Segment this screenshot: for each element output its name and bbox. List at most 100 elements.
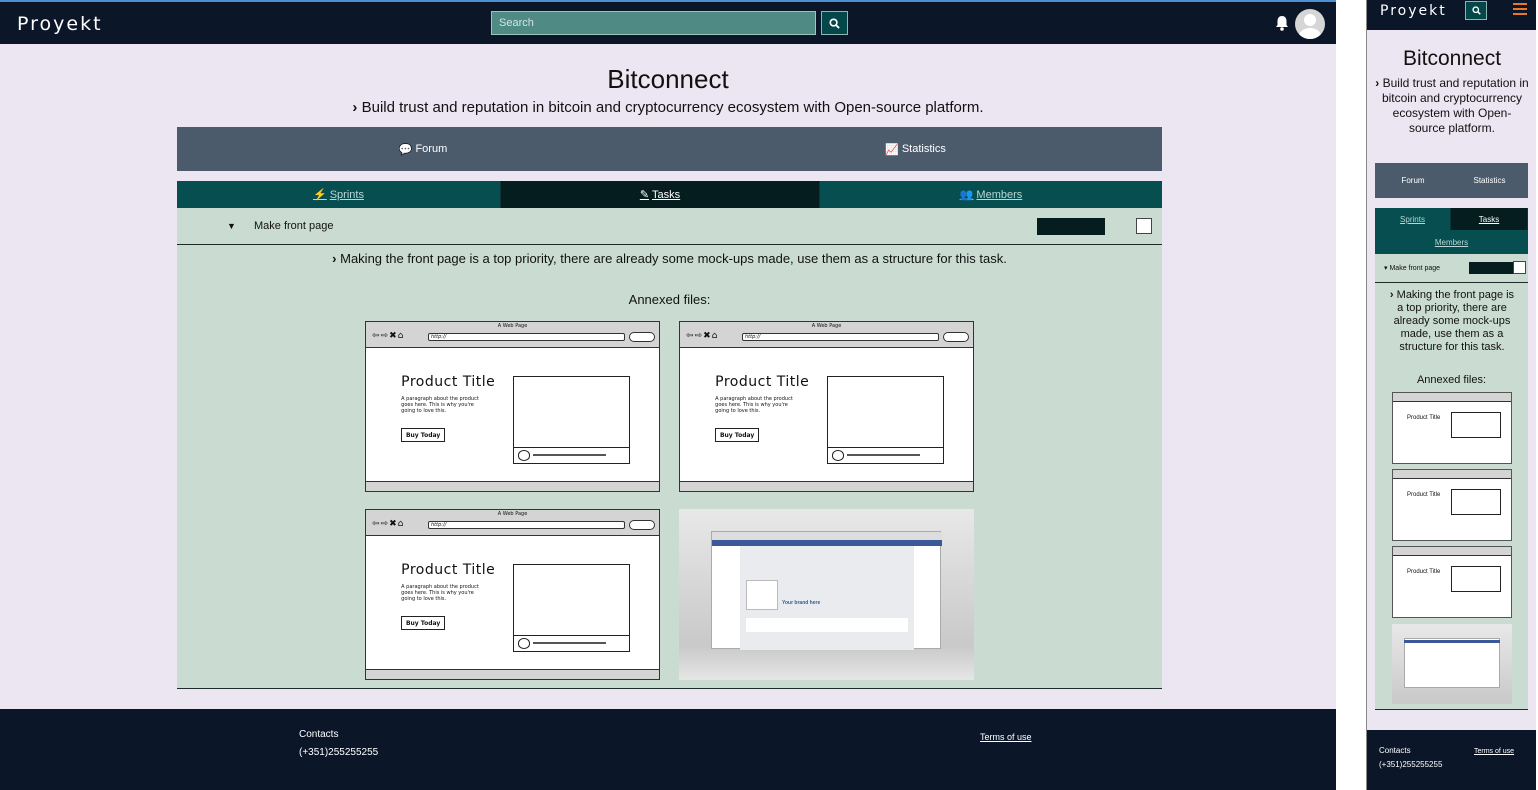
top-navbar: Proyekt [0,0,1336,44]
mockup-buy-button: Buy Today [715,428,760,442]
mobile-forum-label: Forum [1401,176,1425,185]
mockup-url: http:// [428,333,625,341]
mobile-terms-link[interactable]: Terms of use [1474,748,1514,755]
project-nav: 💬 Forum 📈 Statistics [177,127,1162,171]
task-panel: ▼ Make front page Claim task › Making th… [177,208,1162,689]
mobile-mock-title: Product Title [1407,569,1441,575]
mobile-annexed-label: Annexed files: [1416,374,1487,386]
project-subtitle-text: Build trust and reputation in bitcoin an… [361,99,984,116]
mobile-mock-title: Product Title [1407,415,1441,421]
tab-tasks-label: Tasks [652,188,681,201]
annexed-files-label: Annexed files: [628,292,711,307]
statistics-label: Statistics [901,143,946,155]
mobile-annexed-file-2[interactable]: Product Title [1392,469,1512,541]
user-avatar-icon [1299,14,1321,39]
screenshot-preview: Your brand here [711,531,942,650]
footer-phone: (+351)255255255 [299,747,379,758]
terms-link[interactable]: Terms of use [980,732,1032,742]
notifications-button[interactable] [1275,15,1289,31]
chevron-right-icon: › [332,251,341,266]
mobile-task-description: › Making the front page is a top priorit… [1387,289,1517,354]
mobile-annexed-file-4[interactable] [1392,624,1512,704]
annexed-file-2[interactable]: A Web Page ⇦⇨✖⌂ http:// Product Title A … [679,321,974,492]
task-description: › Making the front page is a top priorit… [177,251,1162,266]
tab-tasks[interactable]: ✎ Tasks [501,181,820,208]
mobile-description-text: Making the front page is a top priority,… [1393,289,1515,353]
caret-down-icon[interactable]: ▼ [227,221,236,231]
mobile-forum-link[interactable]: Forum [1375,163,1451,198]
mobile-task-name-text: Make front page [1389,265,1441,272]
search-button[interactable] [821,11,848,35]
mobile-claim-button[interactable]: Claim task [1469,262,1513,274]
mobile-task-panel: ▾ Make front page Claim task › Making th… [1375,254,1528,710]
search-input[interactable] [491,11,816,35]
statistics-link[interactable]: 📈 Statistics [669,127,1162,171]
mobile-phone: (+351)255255255 [1379,760,1443,769]
hamburger-icon[interactable] [1513,3,1527,15]
task-name: Make front page [254,220,334,232]
task-checkbox[interactable] [1136,218,1152,234]
forum-link[interactable]: 💬 Forum [177,127,669,171]
annexed-file-4[interactable]: Your brand here [679,509,974,680]
screenshot-brand: Your brand here [782,600,821,606]
mockup-paragraph: going to love this. [401,596,447,603]
bolt-icon: ⚡ [313,189,327,201]
mobile-annexed-file-1[interactable]: Product Title [1392,392,1512,464]
mobile-mock-title: Product Title [1407,492,1441,498]
footer-contacts-label: Contacts [299,729,339,740]
mobile-task-name[interactable]: ▾ Make front page [1384,264,1440,272]
avatar[interactable] [1295,9,1325,39]
mobile-subtitle-text: Build trust and reputation in bitcoin an… [1381,76,1529,135]
mobile-tab-tasks[interactable]: Tasks [1451,208,1528,230]
mobile-tab-tasks-label: Tasks [1478,214,1500,224]
users-icon: 👥 [959,189,974,201]
mockup-paragraph: going to love this. [401,408,447,415]
mobile-search-button[interactable] [1465,1,1487,20]
claim-task-button[interactable]: Claim task [1037,218,1105,235]
tab-members-label: Members [976,188,1023,201]
project-subtitle: › Build trust and reputation in bitcoin … [0,99,1336,116]
annexed-file-3[interactable]: A Web Page ⇦⇨✖⌂ http:// Product Title A … [365,509,660,680]
mockup-product-title: Product Title [715,374,810,391]
mockup-window-title: A Web Page [811,323,842,329]
mockup-buy-button: Buy Today [401,428,446,442]
browser-controls-icon: ⇦⇨✖⌂ [372,331,405,341]
tab-members[interactable]: 👥 Members [820,181,1162,208]
mobile-footer: Contacts (+351)255255255 Terms of use [1367,730,1536,790]
mobile-view: Proyekt Bitconnect › Build trust and rep… [1366,0,1536,790]
comments-icon: 💬 [398,143,413,156]
mobile-tab-members-label: Members [1434,237,1469,247]
mobile-tab-sprints[interactable]: Sprints [1375,208,1451,230]
forum-label: Forum [415,143,448,155]
mockup-window-title: A Web Page [497,511,528,517]
chevron-right-icon: › [352,99,362,116]
task-row[interactable]: ▼ Make front page Claim task [177,208,1162,245]
mockup-product-title: Product Title [401,562,496,579]
project-title: Bitconnect [607,64,729,94]
mobile-task-tabs: Sprints Tasks Members [1375,208,1528,254]
tab-sprints[interactable]: ⚡ Sprints [177,181,501,208]
mobile-statistics-link[interactable]: Statistics [1451,163,1528,198]
mobile-navbar: Proyekt [1367,0,1536,30]
chart-icon: 📈 [885,143,899,156]
mockup-product-title: Product Title [401,374,496,391]
mobile-annexed-file-3[interactable]: Product Title [1392,546,1512,618]
mobile-task-checkbox[interactable] [1513,261,1526,274]
mobile-project-subtitle: › Build trust and reputation in bitcoin … [1375,76,1529,136]
mobile-project-nav: Forum Statistics [1375,163,1528,198]
mockup-paragraph: going to love this. [715,408,761,415]
mobile-statistics-label: Statistics [1473,176,1506,185]
task-tabs: ⚡ Sprints ✎ Tasks 👥 Members [177,181,1162,208]
mockup-url: http:// [428,521,625,529]
edit-icon: ✎ [639,189,650,201]
browser-controls-icon: ⇦⇨✖⌂ [686,331,719,341]
search-icon [1471,6,1481,15]
mobile-tab-members[interactable]: Members [1375,232,1528,252]
search-icon [829,17,840,29]
chevron-right-icon: › [1389,289,1397,301]
browser-controls-icon: ⇦⇨✖⌂ [372,519,405,529]
bell-icon [1276,16,1288,31]
mobile-logo[interactable]: Proyekt [1380,3,1447,19]
app-logo[interactable]: Proyekt [17,13,103,35]
annexed-file-1[interactable]: A Web Page ⇦⇨✖⌂ http:// Product Title A … [365,321,660,492]
